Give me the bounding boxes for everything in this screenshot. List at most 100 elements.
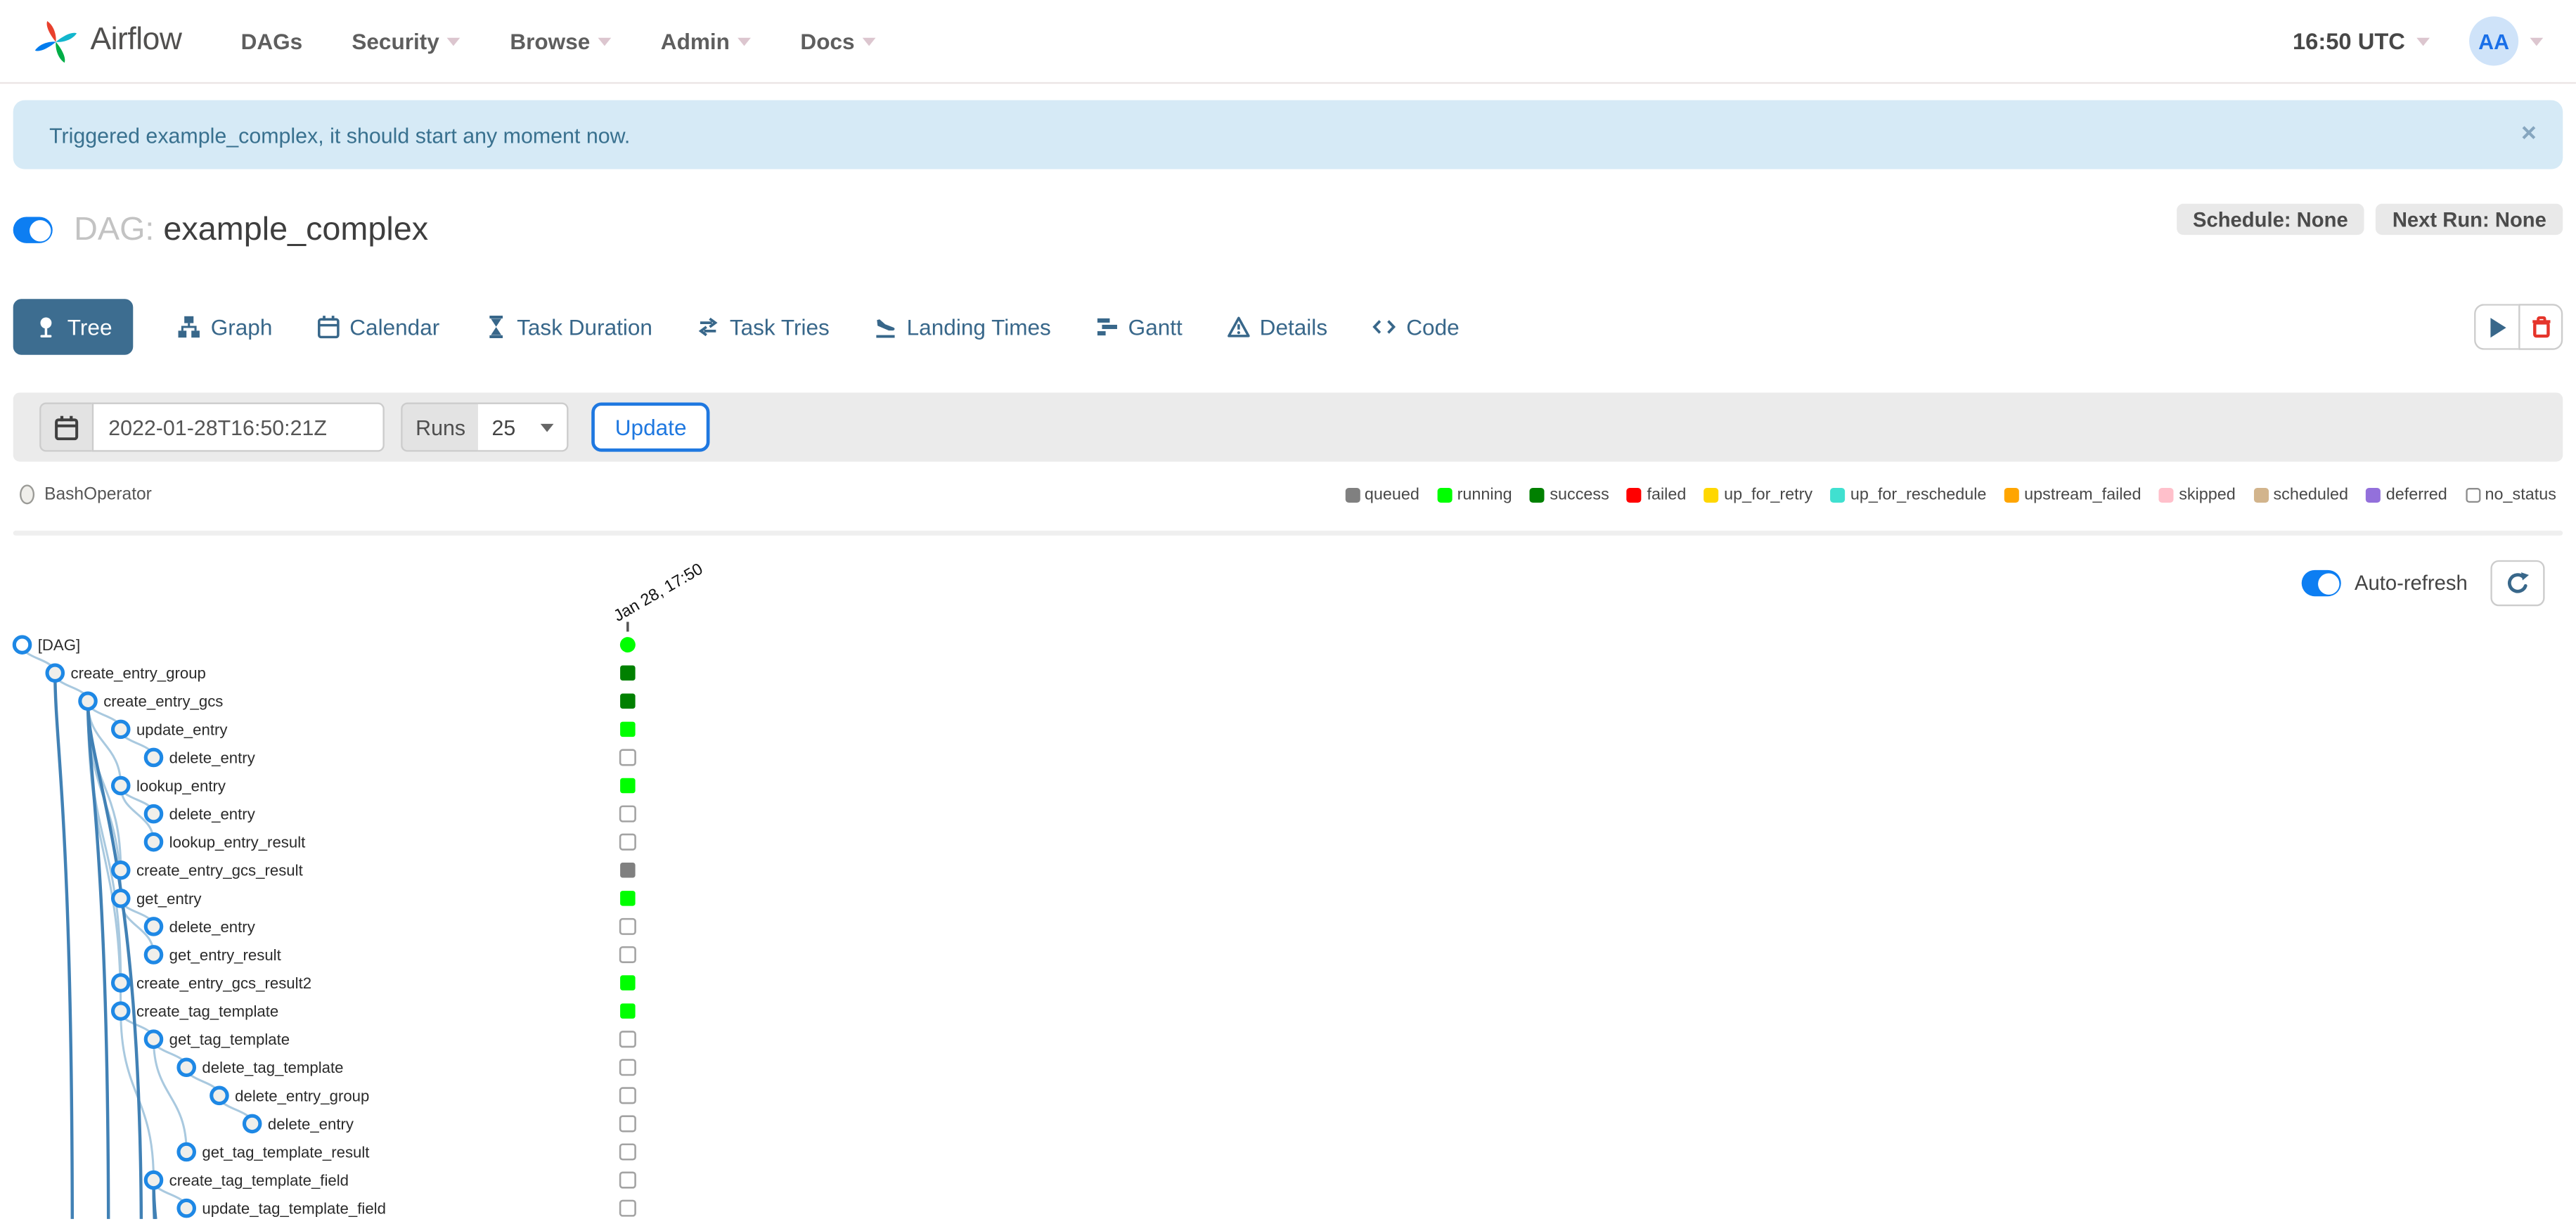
task-status-square[interactable]	[619, 833, 636, 851]
task-status-square[interactable]	[619, 1171, 636, 1189]
task-node[interactable]	[210, 1085, 229, 1106]
task-label[interactable]: get_tag_template	[169, 1031, 290, 1048]
task-label[interactable]: lookup_entry_result	[169, 834, 306, 851]
task-status-square[interactable]	[620, 721, 636, 737]
task-node[interactable]	[78, 691, 98, 711]
task-node[interactable]	[143, 747, 164, 768]
task-label[interactable]: delete_entry	[169, 806, 256, 823]
dag-name: example_complex	[163, 211, 429, 247]
task-status-square[interactable]	[620, 863, 636, 878]
task-node[interactable]	[110, 889, 131, 908]
dag-pause-toggle[interactable]	[13, 217, 53, 243]
dag-run-status-circle[interactable]	[619, 637, 636, 653]
task-status-square[interactable]	[620, 693, 636, 709]
avatar[interactable]: AA	[2469, 16, 2519, 66]
tab-details[interactable]: Details	[1227, 299, 1327, 354]
task-status-square[interactable]	[619, 1031, 636, 1048]
airflow-logo-icon	[34, 20, 77, 63]
base-date-input[interactable]	[91, 402, 385, 452]
task-node[interactable]	[143, 917, 164, 936]
refresh-row: Auto-refresh	[13, 558, 2563, 607]
task-node[interactable]	[110, 775, 131, 796]
task-status-square[interactable]	[620, 1003, 636, 1019]
task-node[interactable]	[45, 663, 65, 683]
task-label[interactable]: create_tag_template	[136, 1003, 278, 1020]
task-node[interactable]	[176, 1198, 197, 1218]
toggle-knob	[28, 219, 51, 241]
task-label[interactable]: delete_entry	[268, 1115, 354, 1133]
task-status-square[interactable]	[619, 1199, 636, 1217]
tab-task-duration[interactable]: Task Duration	[484, 299, 652, 354]
task-label[interactable]: delete_entry_group	[235, 1087, 369, 1104]
task-label[interactable]: create_entry_gcs	[103, 692, 223, 710]
navbar: Airflow DAGs Security Browse Admin Docs …	[0, 0, 2576, 84]
chevron-down-icon[interactable]	[2416, 37, 2430, 46]
task-label[interactable]: [DAG]	[38, 636, 80, 654]
nav-item-admin[interactable]: Admin	[661, 29, 752, 53]
close-icon[interactable]: ×	[2521, 121, 2537, 148]
task-node[interactable]	[110, 860, 131, 880]
task-label[interactable]: get_tag_template_result	[202, 1143, 369, 1161]
task-node[interactable]	[143, 804, 164, 824]
status-label: failed	[1647, 485, 1687, 504]
task-label[interactable]: get_entry_result	[169, 946, 281, 964]
task-node[interactable]	[110, 1001, 131, 1021]
task-status-square[interactable]	[619, 805, 636, 823]
task-status-square[interactable]	[619, 917, 636, 935]
update-button[interactable]: Update	[592, 402, 710, 452]
task-label[interactable]: delete_tag_template	[202, 1059, 343, 1076]
tab-task-tries[interactable]: Task Tries	[697, 299, 830, 354]
nav-item-browse[interactable]: Browse	[510, 29, 612, 53]
nav-item-dags[interactable]: DAGs	[241, 29, 303, 53]
tab-calendar[interactable]: Calendar	[317, 299, 439, 354]
task-node[interactable]	[143, 1170, 164, 1190]
task-status-square[interactable]	[619, 1115, 636, 1133]
tree-icon	[40, 317, 52, 337]
trigger-dag-button[interactable]	[2474, 304, 2519, 350]
tab-landing-times[interactable]: Landing Times	[874, 299, 1051, 354]
task-node[interactable]	[143, 945, 164, 965]
tab-tree[interactable]: Tree	[13, 299, 134, 355]
task-node[interactable]	[12, 635, 32, 655]
task-node[interactable]	[110, 719, 131, 740]
task-node[interactable]	[176, 1057, 197, 1078]
runs-select[interactable]: 25	[478, 402, 569, 452]
play-icon	[2490, 316, 2506, 337]
auto-refresh-toggle[interactable]	[2302, 569, 2342, 597]
refresh-button[interactable]	[2490, 560, 2545, 607]
delete-dag-button[interactable]	[2518, 304, 2563, 350]
tab-gantt[interactable]: Gantt	[1095, 299, 1183, 354]
task-status-square[interactable]	[620, 891, 636, 906]
task-label[interactable]: update_tag_template_field	[202, 1200, 386, 1218]
task-node[interactable]	[242, 1114, 262, 1134]
task-status-square[interactable]	[619, 1059, 636, 1076]
nav-item-docs[interactable]: Docs	[800, 29, 876, 53]
task-node[interactable]	[176, 1142, 197, 1162]
task-label[interactable]: lookup_entry	[136, 777, 226, 794]
task-label[interactable]: create_entry_gcs_result2	[136, 974, 311, 992]
task-status-square[interactable]	[619, 946, 636, 964]
task-status-square[interactable]	[619, 749, 636, 766]
task-status-square[interactable]	[620, 778, 636, 794]
nav-item-security[interactable]: Security	[352, 29, 461, 53]
task-node[interactable]	[143, 1029, 164, 1049]
task-label[interactable]: delete_entry	[169, 918, 256, 936]
task-label[interactable]: update_entry	[136, 721, 228, 738]
tab-code[interactable]: Code	[1372, 299, 1460, 354]
task-status-square[interactable]	[620, 975, 636, 991]
task-label[interactable]: create_entry_group	[70, 664, 205, 682]
airflow-brand[interactable]: Airflow	[33, 14, 182, 68]
chevron-down-icon[interactable]	[2530, 37, 2544, 46]
task-label[interactable]: create_entry_gcs_result	[136, 862, 303, 879]
task-node[interactable]	[143, 832, 164, 852]
task-label[interactable]: create_tag_template_field	[169, 1172, 349, 1190]
task-label[interactable]: get_entry	[136, 890, 202, 908]
tab-graph[interactable]: Graph	[178, 299, 272, 354]
task-status-square[interactable]	[619, 1087, 636, 1104]
warning-triangle-icon	[1227, 316, 1250, 337]
task-node[interactable]	[110, 973, 131, 993]
task-label[interactable]: delete_entry	[169, 749, 256, 766]
clock-display[interactable]: 16:50 UTC	[2293, 28, 2405, 54]
task-status-square[interactable]	[620, 665, 636, 681]
task-status-square[interactable]	[619, 1143, 636, 1161]
